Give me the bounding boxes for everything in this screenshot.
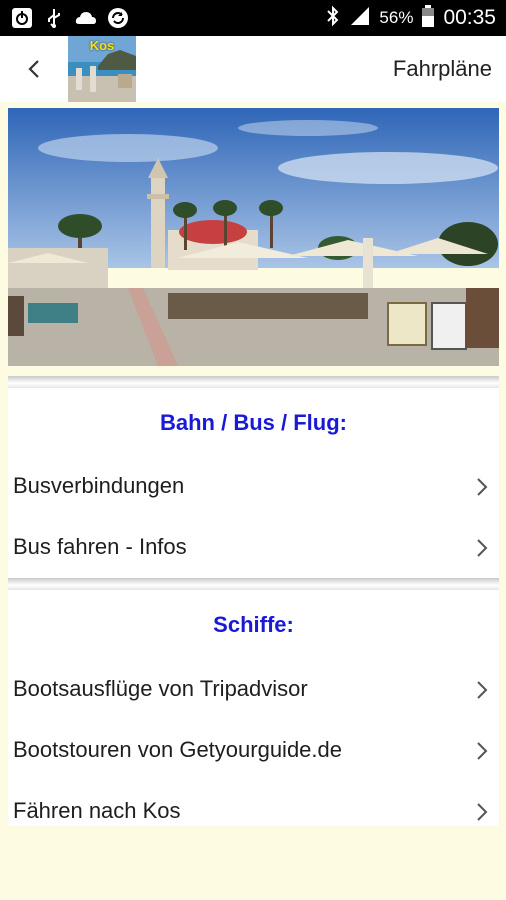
list-item-label: Bootstouren von Getyourguide.de (13, 737, 343, 762)
section-bahn-bus-flug: Bahn / Bus / Flug: Busverbindungen Bus f… (8, 388, 499, 578)
list-item-busverbindungen[interactable]: Busverbindungen (8, 459, 499, 515)
section-heading: Bahn / Bus / Flug: (160, 410, 347, 435)
section-heading: Schiffe: (213, 612, 294, 637)
list-item-faehren-nach-kos[interactable]: Fähren nach Kos (8, 784, 499, 840)
sync-icon (106, 6, 130, 30)
status-bar-notifications (10, 6, 130, 30)
list-item-label: Bootsausflüge von Tripadvisor (13, 676, 308, 701)
bluetooth-icon (325, 5, 341, 32)
app-thumbnail: Kos (68, 36, 136, 102)
list-item-bus-fahren-infos[interactable]: Bus fahren - Infos (8, 520, 499, 576)
signal-icon (349, 5, 371, 32)
section-separator (8, 578, 499, 590)
section-separator (8, 376, 499, 388)
list-item-label: Bus fahren - Infos (13, 534, 187, 559)
chevron-right-icon (477, 742, 488, 760)
cloud-icon (74, 6, 98, 30)
power-icon (10, 6, 34, 30)
chevron-right-icon (477, 803, 488, 821)
thumbnail-label: Kos (89, 38, 115, 53)
clock: 00:35 (443, 6, 496, 29)
app-bar: Kos Fahrpläne (0, 36, 506, 102)
status-bar-system: 56% 00:35 (325, 0, 496, 36)
back-button[interactable] (18, 53, 50, 85)
hero-image (8, 108, 499, 366)
status-bar: 56% 00:35 (0, 0, 506, 36)
list-item-bootstouren-getyourguide[interactable]: Bootstouren von Getyourguide.de (8, 723, 499, 779)
section-schiffe: Schiffe: Bootsausflüge von Tripadvisor B… (8, 590, 499, 826)
chevron-right-icon (477, 539, 488, 557)
chevron-right-icon (477, 478, 488, 496)
list-item-label: Fähren nach Kos (13, 798, 181, 823)
chevron-left-icon (28, 60, 39, 78)
list-item-label: Busverbindungen (13, 473, 185, 498)
page-title: Fahrpläne (392, 56, 492, 81)
battery-icon (421, 4, 435, 33)
chevron-right-icon (477, 681, 488, 699)
list-item-bootsausfluege-tripadvisor[interactable]: Bootsausflüge von Tripadvisor (8, 662, 499, 718)
usb-icon (42, 6, 66, 30)
battery-percent: 56% (379, 8, 414, 27)
